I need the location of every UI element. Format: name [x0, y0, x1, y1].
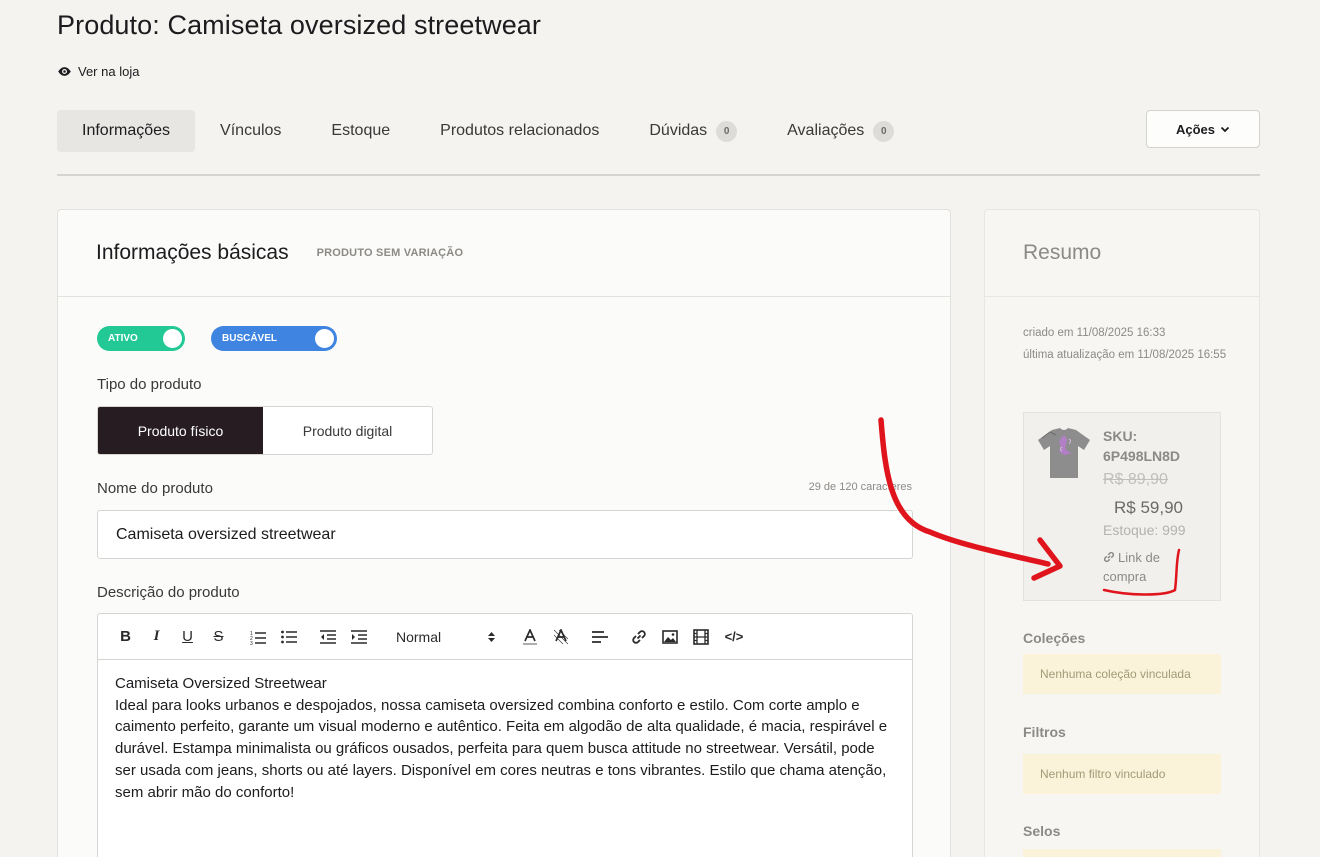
sku-value: 6P498LN8D [1103, 447, 1181, 464]
filters-title: Filtros [1023, 724, 1066, 740]
tab-label: Vínculos [220, 122, 282, 139]
sku-card: SKU: 6P498LN8D R$ 89,90 R$ 59,90 Estoque… [1023, 412, 1221, 601]
chevron-down-icon [1220, 126, 1230, 133]
tabs-divider [57, 174, 1260, 176]
text-color-icon[interactable] [518, 625, 541, 648]
seals-title: Selos [1023, 823, 1061, 839]
count-badge: 0 [873, 120, 895, 142]
card-title: Informações básicas [96, 241, 289, 264]
summary-title: Resumo [985, 210, 1259, 297]
physical-product-option[interactable]: Produto físico [98, 407, 263, 454]
sale-price: R$ 59,90 [1114, 498, 1183, 517]
tab-label: Produtos relacionados [440, 122, 600, 139]
product-description-label: Descrição do produto [97, 584, 240, 601]
variation-tag: PRODUTO SEM VARIAÇÃO [316, 247, 464, 259]
old-price: R$ 89,90 [1103, 471, 1168, 488]
product-name-input[interactable] [97, 510, 913, 559]
char-counter: 29 de 120 caracteres [808, 481, 912, 493]
tab-label: Dúvidas [649, 122, 708, 139]
summary-card: Resumo criado em 11/08/2025 16:33 última… [984, 209, 1260, 857]
collections-empty: Nenhuma coleção vinculada [1023, 654, 1221, 694]
editor-toolbar: B I U S 123 Normal </> [98, 614, 912, 660]
link-icon [1103, 551, 1115, 563]
updated-date: última atualização em 11/08/2025 16:55 [1023, 349, 1227, 361]
link-icon[interactable] [627, 625, 650, 648]
underline-icon[interactable]: U [176, 625, 199, 648]
count-badge: 0 [716, 120, 738, 142]
view-in-store-link[interactable]: Ver na loja [57, 64, 139, 79]
searchable-toggle[interactable]: BUSCÁVEL [211, 326, 337, 351]
description-body: Ideal para looks urbanos e despojados, n… [115, 696, 888, 801]
toggle-knob [163, 329, 182, 348]
svg-text:3: 3 [250, 641, 253, 645]
background-color-icon[interactable] [549, 625, 572, 648]
tab-bar: Informações Vínculos Estoque Produtos re… [57, 110, 919, 152]
tab-duvidas[interactable]: Dúvidas 0 [624, 110, 762, 152]
card-header: Informações básicas PRODUTO SEM VARIAÇÃO [58, 210, 950, 297]
filters-empty: Nenhum filtro vinculado [1023, 754, 1221, 794]
image-icon[interactable] [658, 625, 681, 648]
tab-label: Estoque [331, 122, 391, 139]
stock-count: Estoque: 999 [1103, 522, 1186, 538]
align-icon[interactable] [588, 625, 611, 648]
created-date: criado em 11/08/2025 16:33 [1023, 327, 1166, 339]
ordered-list-icon[interactable]: 123 [246, 625, 269, 648]
collections-title: Coleções [1023, 630, 1086, 646]
searchable-toggle-label: BUSCÁVEL [222, 333, 278, 344]
eye-icon [58, 67, 71, 76]
tab-vinculos[interactable]: Vínculos [195, 110, 306, 152]
product-type-selector: Produto físico Produto digital [97, 406, 433, 455]
view-in-store-label: Ver na loja [78, 64, 140, 79]
active-toggle-label: ATIVO [108, 333, 138, 344]
digital-product-option[interactable]: Produto digital [263, 407, 432, 454]
description-title: Camiseta Oversized Streetwear [115, 675, 327, 692]
product-thumbnail [1038, 428, 1090, 478]
actions-button[interactable]: Ações [1146, 110, 1260, 148]
toggle-knob [315, 329, 334, 348]
outdent-icon[interactable] [316, 625, 339, 648]
video-icon[interactable] [689, 625, 712, 648]
tab-label: Informações [82, 122, 171, 139]
product-name-label: Nome do produto [97, 480, 213, 497]
sku-label: SKU: [1103, 428, 1138, 444]
italic-icon[interactable]: I [145, 625, 168, 648]
tab-informacoes[interactable]: Informações [57, 110, 196, 152]
basic-info-card: Informações básicas PRODUTO SEM VARIAÇÃO… [57, 209, 951, 857]
tab-estoque[interactable]: Estoque [306, 110, 415, 152]
active-toggle[interactable]: ATIVO [97, 326, 185, 351]
text-format-select[interactable]: Normal [396, 629, 496, 645]
product-type-label: Tipo do produto [97, 376, 202, 393]
seals-empty [1023, 849, 1221, 857]
tab-produtos-relacionados[interactable]: Produtos relacionados [415, 110, 624, 152]
format-value: Normal [396, 628, 442, 645]
bullet-list-icon[interactable] [277, 625, 300, 648]
sku: SKU: 6P498LN8D [1103, 427, 1180, 466]
actions-label: Ações [1175, 121, 1216, 137]
tab-avaliacoes[interactable]: Avaliações 0 [762, 110, 919, 152]
indent-icon[interactable] [347, 625, 370, 648]
editor-content[interactable]: Camiseta Oversized Streetwear Ideal para… [98, 660, 912, 816]
select-arrows-icon [488, 631, 495, 642]
bold-icon[interactable]: B [114, 625, 137, 648]
tab-label: Avaliações [787, 122, 865, 139]
description-editor: B I U S 123 Normal </> Camiseta Oversize… [97, 613, 913, 857]
page-title: Produto: Camiseta oversized streetwear [57, 10, 542, 40]
strikethrough-icon[interactable]: S [207, 625, 230, 648]
purchase-link[interactable]: Link de compra [1103, 548, 1183, 586]
code-view-icon[interactable]: </> [720, 625, 748, 648]
